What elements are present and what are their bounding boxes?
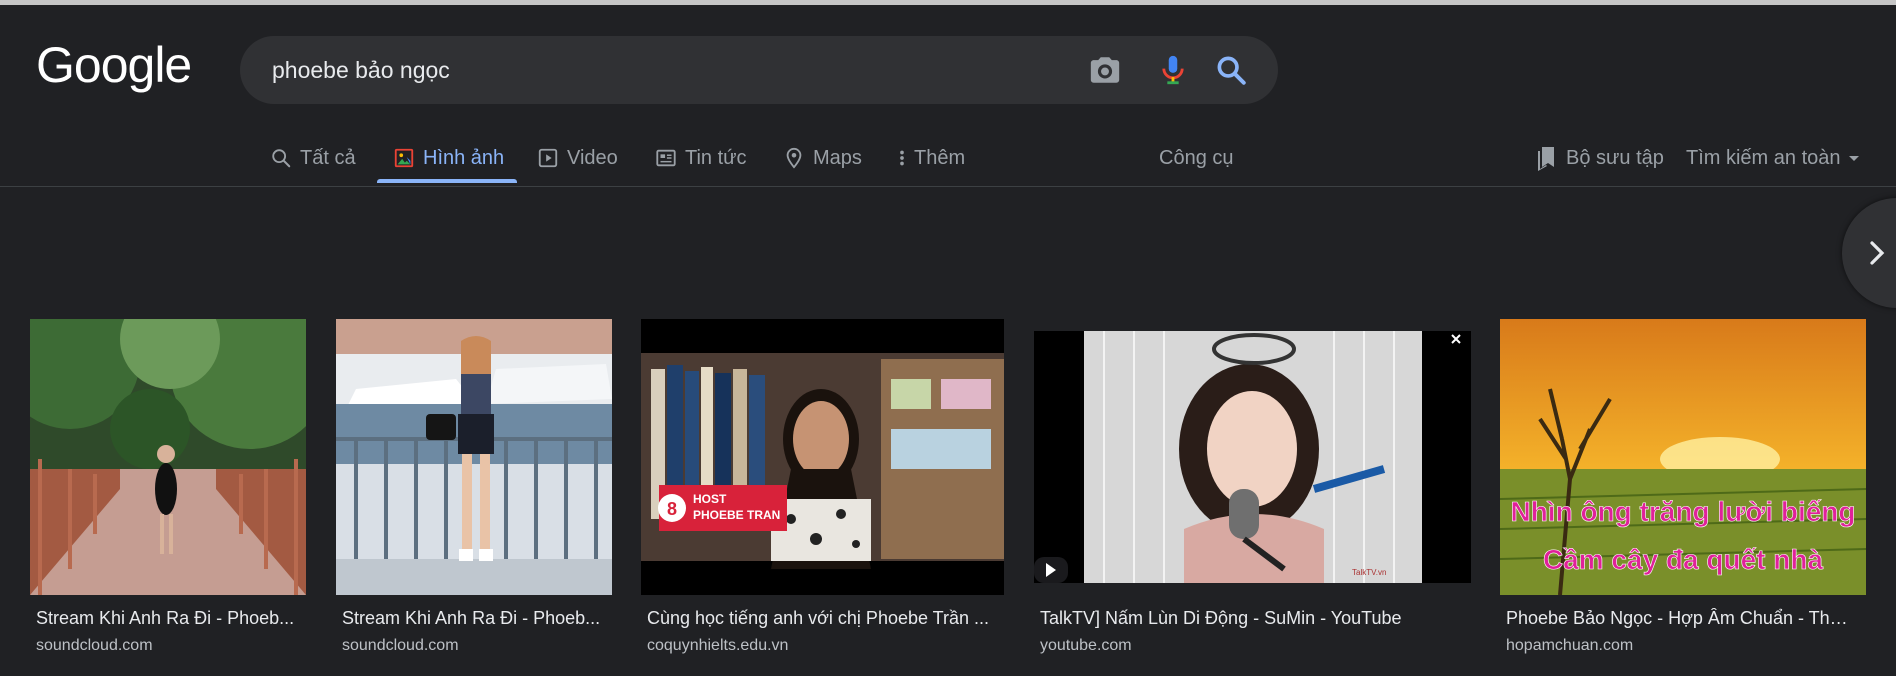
header-divider xyxy=(0,186,1896,187)
search-icon[interactable] xyxy=(1214,53,1248,87)
interview-video-thumbnail: 8 HOST PHOEBE TRAN xyxy=(641,319,1004,595)
tab-label: Maps xyxy=(813,146,862,169)
next-results-button[interactable] xyxy=(1842,198,1896,308)
tab-news[interactable]: Tin tức xyxy=(655,130,747,186)
dropdown-arrow-icon xyxy=(1848,156,1859,161)
chevron-right-icon xyxy=(1870,241,1885,265)
result-image-3[interactable]: 8 HOST PHOEBE TRAN xyxy=(641,319,1004,595)
video-watermark: TalkTV.vn xyxy=(1352,568,1386,577)
livestream-video-thumbnail: TalkTV.vn xyxy=(1034,331,1471,583)
newspaper-icon xyxy=(656,149,676,167)
search-box[interactable]: phoebe bảo ngọc xyxy=(240,36,1278,104)
result-site-1[interactable]: soundcloud.com xyxy=(36,637,153,655)
play-icon xyxy=(538,148,558,168)
overlay-number: 8 xyxy=(667,499,677,519)
result-title-3[interactable]: Cùng học tiếng anh với chị Phoebe Trần .… xyxy=(647,608,997,629)
result-title-1[interactable]: Stream Khi Anh Ra Đi - Phoeb... xyxy=(36,608,300,629)
map-pin-icon xyxy=(786,147,802,169)
tab-label: Tất cả xyxy=(300,146,356,169)
overlay-host: HOST xyxy=(693,492,727,506)
search-icon xyxy=(272,149,291,168)
safe-search-label: Tìm kiếm an toàn xyxy=(1686,146,1841,169)
tab-label: Hình ảnh xyxy=(423,146,505,169)
google-logo[interactable]: Google xyxy=(36,40,192,90)
result-site-5[interactable]: hopamchuan.com xyxy=(1506,637,1633,655)
result-image-4[interactable]: TalkTV.vn xyxy=(1034,319,1471,595)
collections-label: Bộ sưu tập xyxy=(1566,146,1664,169)
microphone-icon[interactable] xyxy=(1156,53,1190,87)
tab-images[interactable]: Hình ảnh xyxy=(393,130,504,186)
collections-button[interactable]: Bộ sưu tập xyxy=(1534,130,1664,186)
tools-label: Công cụ xyxy=(1159,146,1234,169)
bookmark-collection-icon xyxy=(1538,147,1554,171)
result-image-5[interactable]: Nhìn ông trăng lười biếng Cầm cây đa quế… xyxy=(1500,319,1866,595)
camera-icon[interactable] xyxy=(1088,53,1122,87)
browser-top-border xyxy=(0,0,1896,5)
result-site-2[interactable]: soundcloud.com xyxy=(342,637,459,655)
tab-label: Tin tức xyxy=(685,146,747,169)
result-image-1[interactable] xyxy=(30,319,306,595)
result-site-4[interactable]: youtube.com xyxy=(1040,637,1132,655)
result-image-2[interactable] xyxy=(336,319,612,595)
more-vert-icon xyxy=(900,150,904,166)
result-title-5[interactable]: Phoebe Bảo Ngọc - Hợp Âm Chuẩn - Thư ... xyxy=(1506,608,1856,629)
result-title-4[interactable]: TalkTV] Nấm Lùn Di Động - SuMin - YouTub… xyxy=(1040,608,1465,629)
overlay-name: PHOEBE TRAN xyxy=(693,508,780,522)
result-site-3[interactable]: coquynhielts.edu.vn xyxy=(647,637,788,655)
sunset-lyrics-thumbnail: Nhìn ông trăng lười biếng Cầm cây đa quế… xyxy=(1500,319,1866,595)
tab-maps[interactable]: Maps xyxy=(783,130,862,186)
image-icon xyxy=(394,148,414,168)
lyric-line-2: Cầm cây đa quết nhà xyxy=(1543,544,1824,575)
safe-search-dropdown[interactable]: Tìm kiếm an toàn xyxy=(1686,130,1861,186)
bridge-photo xyxy=(30,319,306,595)
tab-all[interactable]: Tất cả xyxy=(270,130,356,186)
active-tab-indicator xyxy=(377,179,517,183)
lyric-line-1: Nhìn ông trăng lười biếng xyxy=(1510,496,1855,527)
tab-video[interactable]: Video xyxy=(537,130,618,186)
search-input[interactable]: phoebe bảo ngọc xyxy=(272,36,450,104)
result-title-2[interactable]: Stream Khi Anh Ra Đi - Phoeb... xyxy=(342,608,606,629)
tab-label: Thêm xyxy=(914,146,966,169)
tools-button[interactable]: Công cụ xyxy=(1159,130,1234,186)
tab-label: Video xyxy=(567,146,618,169)
marina-photo xyxy=(336,319,612,595)
tab-more[interactable]: Thêm xyxy=(898,130,965,186)
